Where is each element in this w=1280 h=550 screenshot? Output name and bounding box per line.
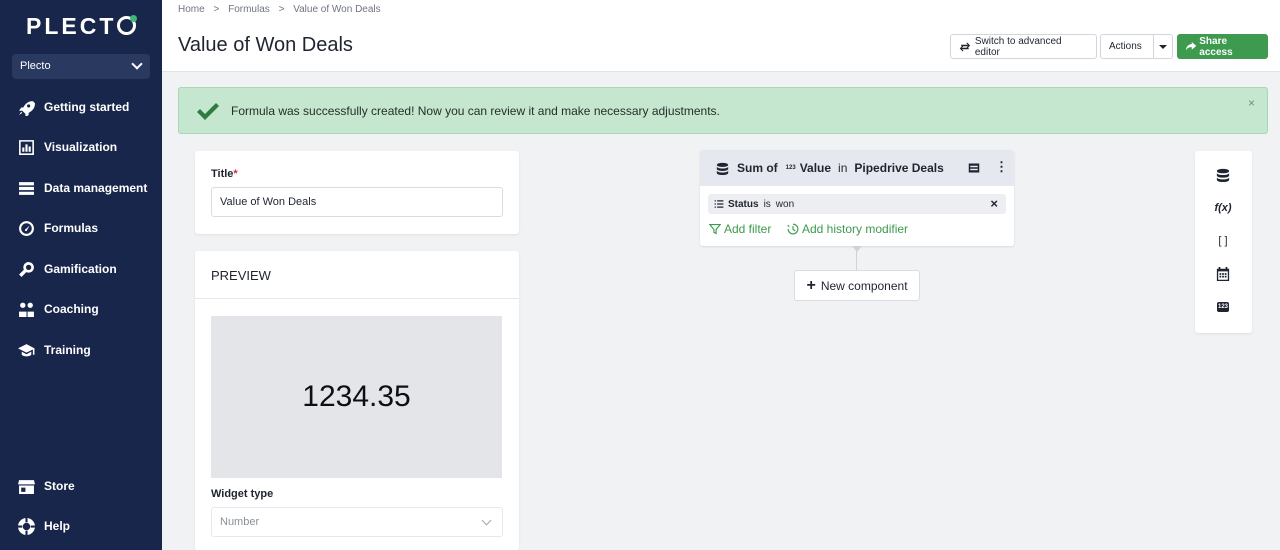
widget-type-select[interactable]: Number (211, 507, 503, 537)
data-source-name[interactable]: Pipedrive Deals (854, 161, 943, 175)
chevron-down-icon (481, 515, 492, 526)
sidebar-item-label: Gamification (44, 262, 117, 276)
database-tool-icon[interactable] (1212, 164, 1234, 186)
preview-widget: 1234.35 (211, 316, 502, 478)
page-title: Value of Won Deals (178, 34, 353, 56)
sidebar-item-label: Store (44, 479, 75, 493)
alert-message: Formula was successfully created! Now yo… (231, 104, 720, 118)
actions-label: Actions (1109, 41, 1142, 52)
title-input[interactable]: Value of Won Deals (211, 187, 503, 217)
sidebar-item-store[interactable]: Store (0, 471, 162, 501)
breadcrumb: Home > Formulas > Value of Won Deals (178, 4, 387, 15)
preview-heading: PREVIEW (195, 251, 519, 299)
sidebar-item-label: Coaching (44, 302, 99, 316)
required-mark: * (233, 168, 238, 180)
success-alert: Formula was successfully created! Now yo… (178, 87, 1268, 134)
logo-o-mark (117, 15, 138, 35)
new-component-label: New component (820, 278, 908, 293)
sidebar-item-label: Training (44, 343, 91, 357)
title-field-label: Title* (211, 168, 238, 180)
filter-value: won (775, 198, 795, 210)
gamepad-icon (17, 260, 35, 278)
preview-card: PREVIEW 1234.35 Widget type Number (195, 251, 519, 550)
sidebar-item-label: Getting started (44, 100, 130, 114)
breadcrumb-separator: > (213, 4, 220, 15)
switch-advanced-editor-label: Switch to advanced editor (974, 35, 1062, 58)
share-access-button[interactable]: Share access (1177, 34, 1268, 59)
remove-filter-icon[interactable]: × (990, 196, 998, 211)
plecto-logo[interactable]: PLECT (26, 13, 138, 40)
sidebar-item-getting-started[interactable]: Getting started (0, 92, 162, 122)
in-label: in (838, 161, 848, 175)
sidebar-item-label: Help (44, 519, 71, 533)
share-icon (1186, 42, 1197, 51)
gauge-icon (17, 219, 35, 237)
sidebar-item-gamification[interactable]: Gamification (0, 254, 162, 284)
organization-select-value: Plecto (20, 60, 51, 72)
swap-icon (959, 42, 971, 51)
top-bar: Home > Formulas > Value of Won Deals Val… (162, 0, 1280, 72)
checkmark-icon (197, 103, 219, 120)
breadcrumb-formulas[interactable]: Formulas (228, 4, 270, 15)
actions-button[interactable]: Actions (1100, 34, 1154, 59)
chart-icon (17, 138, 35, 156)
function-tool-icon[interactable]: f(x) (1212, 197, 1234, 219)
component-toolbox: f(x) [ ] 123 (1195, 151, 1252, 333)
filter-operator: is (763, 198, 771, 210)
list-icon (714, 200, 724, 208)
sidebar-item-coaching[interactable]: Coaching (0, 294, 162, 324)
filter-chip[interactable]: Status is won × (708, 194, 1006, 214)
widget-type-label: Widget type (211, 488, 274, 500)
caret-down-icon (1159, 44, 1167, 49)
history-icon (787, 223, 799, 235)
connector-arrow (852, 246, 862, 252)
number-tool-icon[interactable]: 123 (1212, 296, 1234, 318)
breadcrumb-home[interactable]: Home (178, 4, 205, 15)
calendar-tool-icon[interactable] (1212, 263, 1234, 285)
sidebar: PLECT Plecto Getting started Visualizati… (0, 0, 162, 550)
actions-dropdown-toggle[interactable] (1153, 34, 1173, 59)
title-card: Title* Value of Won Deals (195, 151, 519, 234)
lifebuoy-icon (17, 517, 35, 535)
share-access-label: Share access (1199, 35, 1233, 58)
chevron-down-icon (131, 58, 143, 70)
graduation-cap-icon (17, 341, 35, 359)
preview-value: 1234.35 (302, 380, 411, 413)
store-icon (17, 477, 35, 495)
close-icon[interactable]: × (1248, 96, 1255, 110)
add-history-modifier-label: Add history modifier (802, 222, 909, 236)
sidebar-item-help[interactable]: Help (0, 511, 162, 541)
filter-field: Status (728, 198, 759, 210)
add-filter-label: Add filter (724, 222, 772, 236)
sidebar-item-label: Visualization (44, 140, 118, 154)
field-name[interactable]: Value (800, 161, 831, 175)
breadcrumb-separator: > (278, 4, 285, 15)
sidebar-item-training[interactable]: Training (0, 335, 162, 365)
component-header[interactable]: Sum of 123 Value in Pipedrive Deals ⋮ (700, 150, 1014, 186)
add-history-modifier-link[interactable]: Add history modifier (787, 222, 908, 236)
sidebar-item-data-management[interactable]: Data management (0, 173, 162, 203)
add-filter-link[interactable]: Add filter (709, 222, 771, 236)
sidebar-item-visualization[interactable]: Visualization (0, 132, 162, 162)
switch-advanced-editor-button[interactable]: Switch to advanced editor (950, 34, 1097, 59)
brackets-tool-icon[interactable]: [ ] (1212, 230, 1234, 252)
widget-type-value: Number (220, 516, 260, 528)
rocket-icon (17, 98, 35, 116)
sidebar-item-label: Data management (44, 181, 148, 195)
table-icon[interactable] (968, 162, 980, 174)
formula-component-card: Sum of 123 Value in Pipedrive Deals ⋮ St… (700, 150, 1014, 246)
sum-of-label: Sum of (737, 161, 778, 175)
sidebar-item-label: Formulas (44, 221, 99, 235)
sidebar-item-formulas[interactable]: Formulas (0, 213, 162, 243)
kebab-menu-icon[interactable]: ⋮ (995, 160, 1008, 174)
database-icon (716, 162, 729, 175)
people-icon (17, 300, 35, 318)
filter-icon (709, 223, 721, 235)
breadcrumb-current: Value of Won Deals (293, 4, 381, 15)
database-icon (17, 179, 35, 197)
number-field-badge: 123 (785, 165, 796, 171)
organization-select[interactable]: Plecto (12, 54, 150, 79)
plus-icon: + (806, 276, 816, 294)
new-component-button[interactable]: + New component (794, 270, 920, 301)
